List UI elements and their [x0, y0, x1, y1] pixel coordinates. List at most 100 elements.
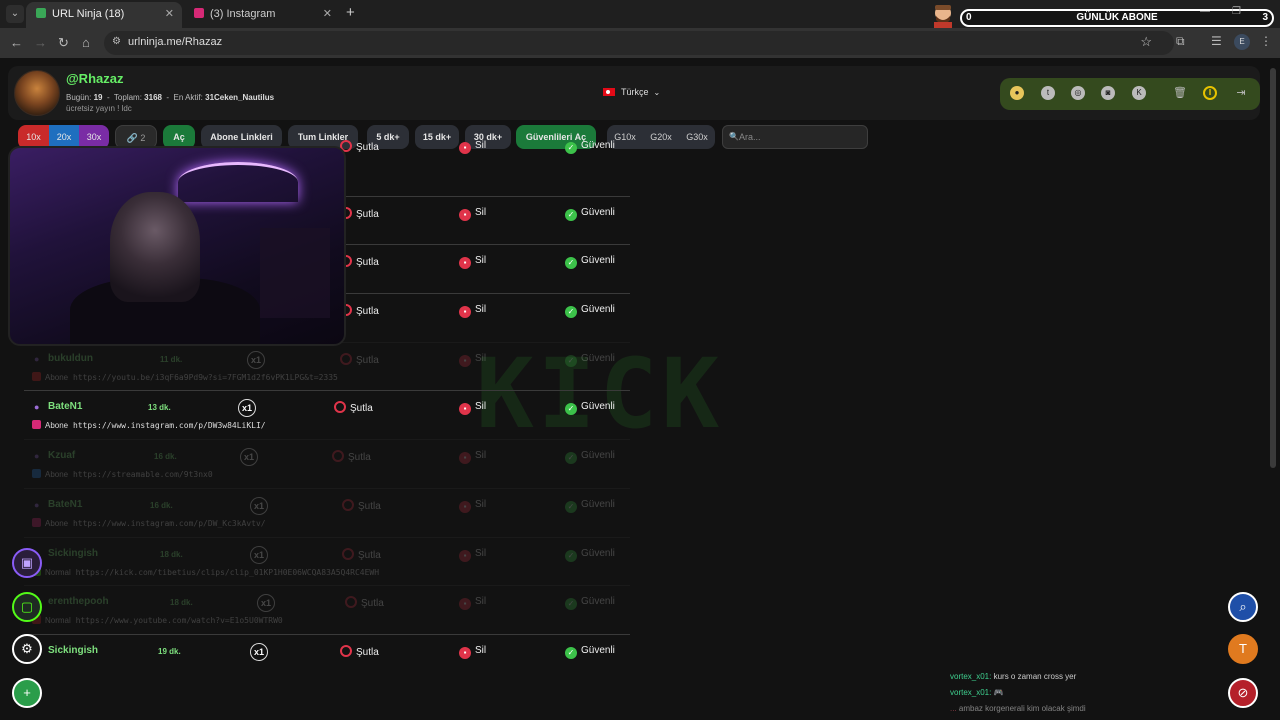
tab-close-icon[interactable]: ✕ — [323, 2, 332, 26]
new-tab-button[interactable]: + — [346, 4, 355, 21]
safe-button[interactable]: ✓ Güvenli — [565, 140, 615, 154]
forward-icon[interactable]: → — [34, 35, 47, 50]
page-scrollbar[interactable] — [1270, 68, 1276, 468]
safe-button[interactable]: ✓ Güvenli — [565, 207, 615, 221]
instagram-icon[interactable]: ◎ — [1071, 86, 1085, 100]
row-link[interactable]: Abone https://www.instagram.com/p/DW3w84… — [32, 420, 266, 430]
delete-button[interactable]: ▪ Sil — [459, 548, 486, 562]
chat-message: vortex_x01: 🎮 — [950, 688, 1004, 697]
pause-icon[interactable]: ǁ — [1203, 86, 1217, 100]
safe-button[interactable]: ✓ Güvenli — [565, 450, 615, 464]
kick-button[interactable]: Şutla — [340, 353, 379, 366]
delete-button[interactable]: ▪ Sil — [459, 207, 486, 221]
search-input[interactable]: 🔍 Ara... — [722, 125, 868, 149]
safe-button[interactable]: ✓ Güvenli — [565, 353, 615, 367]
username: @Rhazaz — [66, 71, 124, 86]
safe-button[interactable]: ✓ Güvenli — [565, 304, 615, 318]
row-username[interactable]: BateN1 — [48, 499, 82, 510]
home-icon[interactable]: ⌂ — [82, 35, 90, 50]
twitch-button[interactable]: ▣ — [12, 548, 42, 578]
row-username[interactable]: Sickingish — [48, 645, 98, 656]
twitter-icon[interactable]: t — [1041, 86, 1055, 100]
row-time: 13 dk. — [148, 403, 171, 412]
delete-button[interactable]: ▪ Sil — [459, 450, 486, 464]
safe-button[interactable]: ✓ Güvenli — [565, 255, 615, 269]
site-info-icon[interactable]: ⚙ — [112, 36, 121, 47]
header-card: @Rhazaz Bugün: 19 - Toplam: 3168 - En Ak… — [8, 66, 1260, 120]
delete-button[interactable]: ▪ Sil — [459, 304, 486, 318]
kick-button[interactable]: Şutla — [340, 645, 379, 658]
safe-button[interactable]: ✓ Güvenli — [565, 548, 615, 562]
bio-text: ücretsiz yayın ! ldc — [66, 104, 132, 113]
neon-sign — [178, 162, 298, 202]
profile-avatar[interactable]: E — [1234, 34, 1250, 50]
settings-button[interactable]: ⚙ — [12, 634, 42, 664]
row-username[interactable]: Sickingish — [48, 548, 98, 559]
tab-instagram[interactable]: (3) Instagram ✕ — [184, 2, 340, 28]
row-username[interactable]: bukuldun — [48, 353, 93, 364]
check-icon: ✓ — [565, 550, 577, 562]
trash-icon: ▪ — [459, 598, 471, 610]
search-floating-button[interactable]: ⌕ — [1228, 592, 1258, 622]
g30x-button[interactable]: G30x — [679, 125, 715, 149]
row-link[interactable]: Normal https://kick.com/tibetius/clips/c… — [32, 567, 379, 577]
trash-icon: ▪ — [459, 306, 471, 318]
logout-icon[interactable]: ⇥ — [1234, 86, 1248, 100]
avatar[interactable] — [14, 70, 60, 116]
tab-search-button[interactable]: ⌄ — [6, 5, 24, 23]
row-multiplier: x1 — [250, 497, 268, 515]
row-username[interactable]: erenthepooh — [48, 596, 109, 607]
language-selector[interactable]: Türkçe ⌄ — [603, 87, 660, 97]
check-icon: ✓ — [565, 355, 577, 367]
add-user-button[interactable]: + — [12, 678, 42, 708]
safe-button[interactable]: ✓ Güvenli — [565, 401, 615, 415]
row-link[interactable]: Normal https://www.youtube.com/watch?v=E… — [32, 615, 283, 625]
extensions-icon[interactable]: ⧉ — [1176, 34, 1185, 49]
safe-button[interactable]: ✓ Güvenli — [565, 499, 615, 513]
discord-icon[interactable]: ◙ — [1101, 86, 1115, 100]
menu-icon[interactable]: ⋮ — [1260, 34, 1272, 48]
delete-button[interactable]: ▪ Sil — [459, 255, 486, 269]
safe-button[interactable]: ✓ Güvenli — [565, 596, 615, 610]
g20x-button[interactable]: G20x — [643, 125, 679, 149]
row-link[interactable]: Abone https://youtu.be/i3qF6a9Pd9w?si=7F… — [32, 372, 338, 382]
delete-button[interactable]: ▪ Sil — [459, 401, 486, 415]
back-icon[interactable]: ← — [10, 35, 23, 50]
link-row: ● BateN1 13 dk. x1 Abone https://www.instagr… — [24, 390, 630, 438]
ban-icon — [340, 645, 352, 657]
reload-icon[interactable]: ↻ — [58, 35, 69, 51]
bookmark-star-icon[interactable]: ☆ — [1140, 34, 1152, 50]
delete-button[interactable]: ▪ Sil — [459, 645, 486, 659]
coin-icon[interactable]: ● — [1010, 86, 1024, 100]
kick-button[interactable]: Şutla — [334, 401, 373, 414]
trash-icon: ▪ — [459, 142, 471, 154]
row-username[interactable]: Kzuaf — [48, 450, 75, 461]
row-link[interactable]: Abone https://streamable.com/9t3nx0 — [32, 469, 213, 479]
kick-button[interactable]: Şutla — [340, 140, 379, 153]
tab-url-ninja[interactable]: URL Ninja (18) ✕ — [26, 2, 182, 28]
trash-icon[interactable]: 🗑 — [1173, 86, 1187, 100]
kick-button[interactable]: Şutla — [342, 499, 381, 512]
reading-list-icon[interactable]: ☰ — [1211, 34, 1222, 48]
subscriber-title: GÜNLÜK ABONE — [1076, 12, 1158, 23]
kick-channel-button[interactable]: ▢ — [12, 592, 42, 622]
delete-button[interactable]: ▪ Sil — [459, 499, 486, 513]
minimize-icon[interactable]: — — [1200, 6, 1210, 17]
link-row: ●Sickingish18 dk.x1Normal https://kick.c… — [24, 537, 630, 585]
safe-button[interactable]: ✓ Güvenli — [565, 645, 615, 659]
kick-button[interactable]: Şutla — [332, 450, 371, 463]
tip-button[interactable]: T — [1228, 634, 1258, 664]
remove-user-button[interactable]: ⊘ — [1228, 678, 1258, 708]
delete-button[interactable]: ▪ Sil — [459, 353, 486, 367]
row-username[interactable]: BateN1 — [48, 401, 82, 412]
kick-icon[interactable]: K — [1132, 86, 1146, 100]
delete-button[interactable]: ▪ Sil — [459, 596, 486, 610]
kick-button[interactable]: Şutla — [345, 596, 384, 609]
tab-close-icon[interactable]: ✕ — [165, 2, 174, 26]
address-input[interactable]: ⚙ urlninja.me/Rhazaz ☆ — [104, 31, 1174, 55]
maximize-icon[interactable]: ❐ — [1232, 6, 1241, 17]
delete-button[interactable]: ▪ Sil — [459, 140, 486, 154]
row-time: 16 dk. — [154, 452, 177, 461]
kick-button[interactable]: Şutla — [342, 548, 381, 561]
row-link[interactable]: Abone https://www.instagram.com/p/DW_Kc3… — [32, 518, 266, 528]
